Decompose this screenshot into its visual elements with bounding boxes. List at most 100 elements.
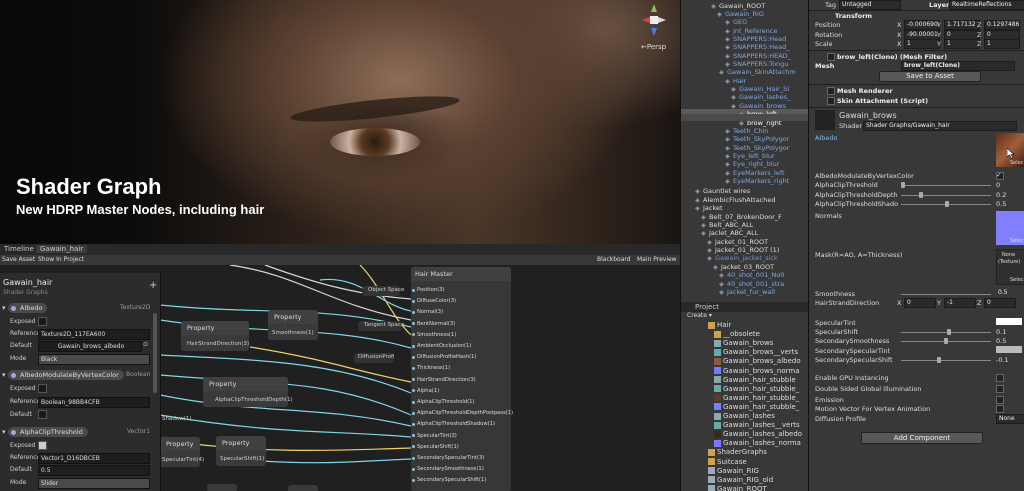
hierarchy-item[interactable]: Teeth_SkyPolygor (733, 135, 789, 143)
hierarchy-item[interactable]: 40_shot_001_No0 (727, 271, 784, 279)
hierarchy-item[interactable]: Jacket_01_ROOT (715, 238, 768, 246)
alpha-clip-slider-track[interactable] (901, 185, 991, 186)
object-space-node[interactable]: Object Space (362, 286, 404, 296)
alpha-clip-shadow-value[interactable]: 0.5 (996, 200, 1006, 208)
position-field[interactable]: 0.1297486 (984, 20, 1020, 30)
property-node-specular-shift[interactable]: Property SpecularShift(1) (216, 436, 266, 466)
layer-dropdown[interactable]: RealtimeReflections (949, 0, 1024, 10)
project-item[interactable]: Gawain_brows_albedo (723, 357, 801, 365)
master-input-port[interactable]: HairStrandDirection(3) (412, 377, 476, 383)
property-pill-albedo[interactable]: Albedo (8, 303, 48, 313)
node-output-port[interactable]: Smoothness(1) (272, 330, 314, 336)
reference-field[interactable]: Boolean_98BB4CFB (38, 397, 150, 408)
property-node-partial[interactable] (288, 485, 318, 491)
default-value-field[interactable]: 0.5 (38, 465, 150, 476)
hierarchy-item[interactable]: Teeth_Chin (733, 127, 768, 135)
hierarchy-panel[interactable]: ◈ Gawain_ROOT ◈ Gawain_RIG ◈ GEO ◈ jnt_Referenc… (680, 0, 809, 300)
hierarchy-item[interactable]: Teeth_SkyPolygor (733, 144, 789, 152)
mesh-renderer-header[interactable]: Mesh Renderer (837, 87, 893, 95)
mode-dropdown[interactable]: Black (38, 354, 150, 365)
scale-field[interactable]: 1 (944, 39, 980, 49)
tab-timeline[interactable]: Timeline (0, 245, 38, 253)
project-item[interactable]: Gawain_hair_stubble_ (723, 403, 799, 411)
node-output-port[interactable]: SpecularTint(4) (162, 457, 204, 463)
project-item[interactable]: Gawain_brows__verts (723, 348, 798, 356)
default-checkbox[interactable] (38, 410, 47, 419)
master-input-port[interactable]: AlphaClipThresholdDepthPostpass(1) (412, 410, 513, 416)
mesh-field[interactable]: brow_left(Clone) (901, 61, 1015, 71)
project-item[interactable]: ShaderGraphs (717, 448, 767, 456)
project-item[interactable]: Hair (717, 321, 731, 329)
secondary-specular-shift-slider-handle[interactable] (937, 357, 941, 363)
scene-gizmo-icon[interactable] (640, 2, 668, 42)
chevron-down-icon[interactable]: ▾ (2, 428, 6, 436)
mesh-renderer-checkbox[interactable] (827, 87, 835, 95)
alpha-clip-shadow-slider-handle[interactable] (945, 201, 949, 207)
tab-gawain-hair[interactable]: Gawain_hair (36, 245, 88, 253)
project-item[interactable]: Gawain_brows (723, 339, 773, 347)
object-picker-icon[interactable]: ⊙ (143, 341, 148, 348)
secondary-smoothness-slider-handle[interactable] (944, 338, 948, 344)
project-item[interactable]: __obsolete (723, 330, 760, 338)
secondary-smoothness-value[interactable]: 0.5 (996, 337, 1006, 345)
project-item[interactable]: Gawain_hair_stubble (723, 376, 796, 384)
tangent-space-node[interactable]: Tangent Space (358, 321, 404, 331)
exposed-checkbox[interactable] (38, 441, 47, 450)
hierarchy-item[interactable]: AlembicFlushAttached (703, 196, 776, 204)
transform-header[interactable]: Transform (835, 12, 872, 20)
show-in-project-button[interactable]: Show In Project (38, 256, 84, 263)
project-item[interactable]: Gawain_hair_stubble_ (723, 394, 799, 402)
scale-field[interactable]: 1 (904, 39, 940, 49)
property-pill-alpha-clip[interactable]: AlphaClipThreshold (8, 427, 88, 437)
diffusion-profile-field[interactable]: None (996, 414, 1024, 424)
projection-label[interactable]: ←Persp (641, 43, 666, 51)
hierarchy-item[interactable]: Belt_ABC_ALL (709, 221, 753, 229)
project-item[interactable]: Gawain_RIG (717, 467, 759, 475)
shader-dropdown[interactable]: Shader Graphs/Gawain_hair (863, 121, 1017, 131)
hierarchy-item[interactable]: Gawain_RIG (725, 10, 764, 18)
mode-dropdown[interactable]: Slider (38, 478, 150, 489)
smoothness-slider-track[interactable] (901, 294, 991, 295)
property-node-hair-strand[interactable]: Property HairStrandDirection(3) (181, 321, 249, 351)
chevron-down-icon[interactable]: ▾ (2, 304, 6, 312)
property-node-specular-tint[interactable]: Property SpecularTint(4) (160, 437, 204, 467)
hierarchy-item[interactable]: Gawain_jacket_sick (715, 254, 778, 262)
hierarchy-item[interactable]: SNAPPERS:Head_ (733, 43, 789, 51)
diffusion-profile-node[interactable]: DiffusionProfi (354, 353, 394, 363)
project-item[interactable]: Gawain_RIG_old (717, 476, 773, 484)
tag-dropdown[interactable]: Untagged (839, 0, 901, 10)
project-item[interactable]: Gawain_lashes_norma (723, 439, 801, 447)
chevron-down-icon[interactable]: ▾ (2, 371, 6, 379)
hierarchy-item[interactable]: 40_shot_001_stra (727, 280, 784, 288)
scene-viewport[interactable]: Shader Graph New HDRP Master Nodes, incl… (0, 0, 680, 244)
secondary-specular-tint-swatch[interactable] (996, 346, 1022, 353)
reference-field[interactable]: Vector1_D16DBCEB (38, 453, 150, 464)
master-input-port[interactable]: SpecularShift(1) (412, 444, 459, 450)
skin-attachment-checkbox[interactable] (827, 97, 835, 105)
blackboard-scrollbar[interactable] (153, 313, 157, 393)
hair-strand-direction-field[interactable]: -1 (944, 298, 976, 308)
property-node-partial[interactable] (207, 484, 237, 491)
hierarchy-item[interactable]: Belt_07_BrokenDoor_F (709, 213, 782, 221)
master-input-port[interactable]: DiffusionProfileHash(1) (411, 354, 476, 360)
node-output-port[interactable]: HairStrandDirection(3) (187, 341, 249, 347)
hierarchy-item[interactable]: Gawain_SkinAttachm (727, 68, 796, 76)
smoothness-value[interactable]: 0.5 (996, 289, 1024, 297)
albedo-select-button[interactable]: Selec (1010, 160, 1023, 166)
gpu-instancing-checkbox[interactable] (996, 374, 1004, 382)
hierarchy-item[interactable]: Jaclet_ABC_ALL (709, 229, 758, 237)
project-item[interactable]: Gawain_ROOT (717, 485, 767, 491)
master-input-port[interactable]: SecondarySpecularShift(1) (411, 477, 486, 483)
hierarchy-item[interactable]: Jacket (703, 204, 723, 212)
alpha-clip-slider-handle[interactable] (901, 182, 905, 188)
master-input-port[interactable]: Thickness(1) (412, 365, 450, 371)
hair-strand-direction-field[interactable]: 0 (984, 298, 1016, 308)
node-output-port[interactable]: SpecularShift(1) (220, 456, 264, 462)
alpha-clip-value[interactable]: 0 (996, 181, 1000, 189)
master-input-port[interactable]: Normal(3) (411, 309, 443, 315)
exposed-checkbox[interactable] (38, 317, 47, 326)
hierarchy-item[interactable]: GEO (733, 18, 747, 26)
hierarchy-item[interactable]: Hair (733, 77, 746, 85)
project-item[interactable]: Gawain_lashes__verts (723, 421, 800, 429)
hierarchy-item[interactable]: SNAPPERS:Head (733, 35, 786, 43)
